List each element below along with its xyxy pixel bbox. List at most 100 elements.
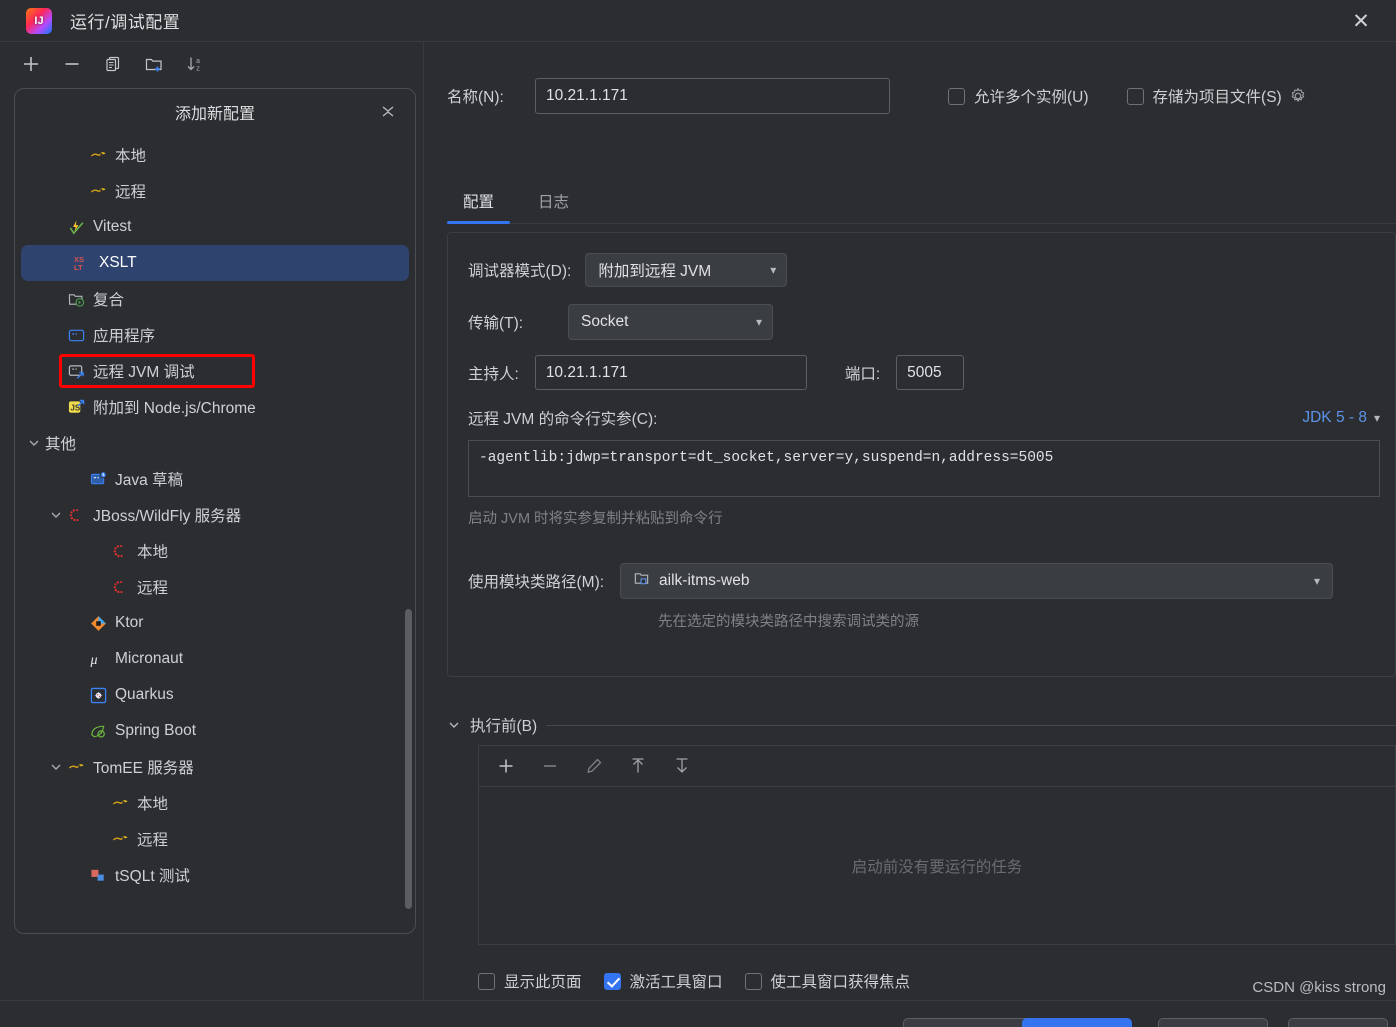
name-input[interactable]: 10.21.1.171 xyxy=(535,78,890,114)
configurations-left-pane: a z 添加新配置 本地 远程 Vitest XS LT XSLT 复合 应用程序 远程 JVM… xyxy=(0,42,424,1024)
tree-item-ktor[interactable]: Ktor xyxy=(15,605,415,641)
tree-item-label: 远程 xyxy=(137,832,169,849)
ktor-icon xyxy=(89,614,107,632)
before-launch-title: 执行前(B) xyxy=(470,718,538,735)
add-new-configuration-popup: 添加新配置 本地 远程 Vitest XS LT XSLT 复合 应用程序 远程 JVM 调试 J… xyxy=(14,88,416,934)
run-debug-configurations-dialog: 运行/调试配置 ✕ 5 xyxy=(0,0,1396,1027)
transport-value: Socket xyxy=(581,313,629,330)
tree-item-远程[interactable]: 远程 xyxy=(15,569,415,605)
add-configuration-button[interactable] xyxy=(16,49,46,79)
copy-configuration-button[interactable] xyxy=(98,49,128,79)
tree-item-tsqlt-测试[interactable]: tSQLt 测试 xyxy=(15,857,415,893)
footer-button-2[interactable] xyxy=(1158,1018,1268,1027)
tree-item-vitest[interactable]: Vitest xyxy=(15,209,415,245)
vitest-icon xyxy=(67,218,85,236)
remove-configuration-button[interactable] xyxy=(57,49,87,79)
tree-item-复合[interactable]: 复合 xyxy=(15,281,415,317)
tree-item-quarkus[interactable]: Quarkus xyxy=(15,677,415,713)
before-launch-empty-text: 启动前没有要运行的任务 xyxy=(851,859,1023,876)
tree-item-label: 本地 xyxy=(115,148,147,165)
tab-configuration[interactable]: 配置 xyxy=(447,178,511,224)
tree-item-远程-jvm-调试[interactable]: 远程 JVM 调试 xyxy=(15,353,415,389)
footer-button-ok[interactable] xyxy=(1022,1018,1132,1027)
module-classpath-label: 使用模块类路径(M): xyxy=(468,574,605,591)
edit-task-button[interactable] xyxy=(579,751,609,781)
intellij-idea-logo xyxy=(26,7,52,34)
tree-item-远程[interactable]: 远程 xyxy=(15,821,415,857)
option-checkbox-0[interactable]: 显示此页面 xyxy=(478,970,582,992)
option-checkbox-label-0: 显示此页面 xyxy=(504,974,582,991)
jdk-version-value: JDK 5 - 8 xyxy=(1302,409,1367,426)
chevron-down-icon[interactable] xyxy=(25,434,43,452)
module-classpath-select[interactable]: ailk-itms-web ▾ xyxy=(620,563,1334,599)
transport-row: 传输(T): Socket ▾ xyxy=(468,304,773,340)
micronaut-icon: μ xyxy=(89,650,107,668)
tree-item-label: 应用程序 xyxy=(93,328,156,345)
tree-item-其他[interactable]: 其他 xyxy=(15,425,415,461)
tree-item-label: Spring Boot xyxy=(115,722,196,739)
store-as-project-file-checkbox[interactable]: 存储为项目文件(S) xyxy=(1126,85,1282,107)
tree-item-远程[interactable]: 远程 xyxy=(15,173,415,209)
tree-item-xslt[interactable]: XS LT XSLT xyxy=(21,245,409,281)
option-checkbox-1[interactable]: 激活工具窗口 xyxy=(603,970,723,992)
before-launch-divider xyxy=(546,724,1396,726)
tree-item-本地[interactable]: 本地 xyxy=(15,785,415,821)
debugger-mode-label: 调试器模式(D): xyxy=(468,263,572,280)
tree-item-label: JBoss/WildFly 服务器 xyxy=(93,508,242,525)
tree-item-label: 远程 xyxy=(115,184,147,201)
chevron-down-icon[interactable] xyxy=(47,506,65,524)
chevron-down-icon: ▾ xyxy=(1314,574,1321,588)
name-label: 名称(N): xyxy=(447,89,504,106)
debugger-mode-row: 调试器模式(D): 附加到远程 JVM ▾ xyxy=(468,253,788,287)
debugger-mode-select[interactable]: 附加到远程 JVM ▾ xyxy=(585,253,788,287)
configuration-type-tree[interactable]: 本地 远程 Vitest XS LT XSLT 复合 应用程序 远程 JVM 调试 JS 附加到 N… xyxy=(15,135,415,893)
chevron-down-icon[interactable] xyxy=(47,758,65,776)
footer-button-1[interactable] xyxy=(903,1018,1034,1027)
allow-multiple-instances-checkbox[interactable]: 允许多个实例(U) xyxy=(948,85,1089,107)
tree-item-本地[interactable]: 本地 xyxy=(15,137,415,173)
tree-item-附加到-node-js-chrome[interactable]: JS 附加到 Node.js/Chrome xyxy=(15,389,415,425)
chevron-collapse-icon[interactable] xyxy=(377,101,399,123)
tree-item-spring-boot[interactable]: Spring Boot xyxy=(15,713,415,749)
before-launch-header[interactable]: 执行前(B) xyxy=(447,714,1396,736)
tree-item-jboss-wildfly-服务器[interactable]: JBoss/WildFly 服务器 xyxy=(15,497,415,533)
tree-scrollbar[interactable] xyxy=(405,609,412,909)
move-task-up-button[interactable] xyxy=(623,751,653,781)
tree-item-tomee-服务器[interactable]: TomEE 服务器 xyxy=(15,749,415,785)
module-classpath-row: 使用模块类路径(M): ailk-itms-web ▾ xyxy=(468,563,1380,599)
tree-item-label: XSLT xyxy=(99,254,137,271)
option-checkbox-2[interactable]: 使工具窗口获得焦点 xyxy=(744,970,910,992)
add-task-button[interactable] xyxy=(491,751,521,781)
move-task-down-button[interactable] xyxy=(667,751,697,781)
footer-button-3[interactable] xyxy=(1288,1018,1388,1027)
new-folder-button[interactable] xyxy=(139,49,169,79)
remove-task-button[interactable] xyxy=(535,751,565,781)
option-checkbox-box-2 xyxy=(744,972,762,990)
tab-logs[interactable]: 日志 xyxy=(522,178,585,223)
jdk-version-selector[interactable]: JDK 5 - 8 ▾ xyxy=(1302,409,1380,427)
gear-icon[interactable] xyxy=(1286,84,1310,108)
sort-az-button[interactable]: a z xyxy=(180,49,210,79)
tree-item-label: 远程 JVM 调试 xyxy=(93,364,195,381)
port-input[interactable]: 5005 xyxy=(896,355,965,390)
tree-item-label: 复合 xyxy=(93,292,125,309)
cmdline-arguments-textarea[interactable]: -agentlib:jdwp=transport=dt_socket,serve… xyxy=(468,440,1380,497)
tree-item-label: 其他 xyxy=(45,436,77,453)
host-input[interactable]: 10.21.1.171 xyxy=(534,355,807,390)
option-checkbox-box-1 xyxy=(603,972,621,990)
xslt-icon: XS LT xyxy=(73,254,91,272)
tree-item-java-草稿[interactable]: Java 草稿 xyxy=(15,461,415,497)
tree-item-应用程序[interactable]: 应用程序 xyxy=(15,317,415,353)
tree-item-micronaut[interactable]: μ Micronaut xyxy=(15,641,415,677)
close-icon[interactable]: ✕ xyxy=(1338,0,1384,42)
popup-title: 添加新配置 xyxy=(174,106,255,123)
editor-tabs: 配置 日志 xyxy=(447,178,1396,224)
tree-item-本地[interactable]: 本地 xyxy=(15,533,415,569)
transport-select[interactable]: Socket ▾ xyxy=(568,304,773,340)
tree-item-label: Quarkus xyxy=(115,686,174,703)
